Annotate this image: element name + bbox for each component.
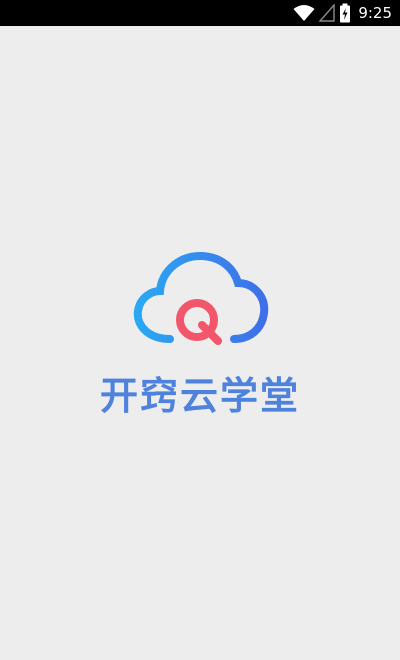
status-bar: 9:25 — [0, 0, 400, 26]
splash-screen: 开窍云学堂 — [0, 26, 400, 660]
cellular-signal-icon — [319, 4, 336, 22]
app-name: 开窍云学堂 — [99, 374, 300, 418]
status-icons: 9:25 — [293, 0, 392, 26]
wifi-icon — [293, 4, 315, 22]
battery-charging-icon — [339, 3, 351, 23]
status-time: 9:25 — [358, 4, 392, 22]
cloud-q-logo-icon — [130, 251, 270, 351]
